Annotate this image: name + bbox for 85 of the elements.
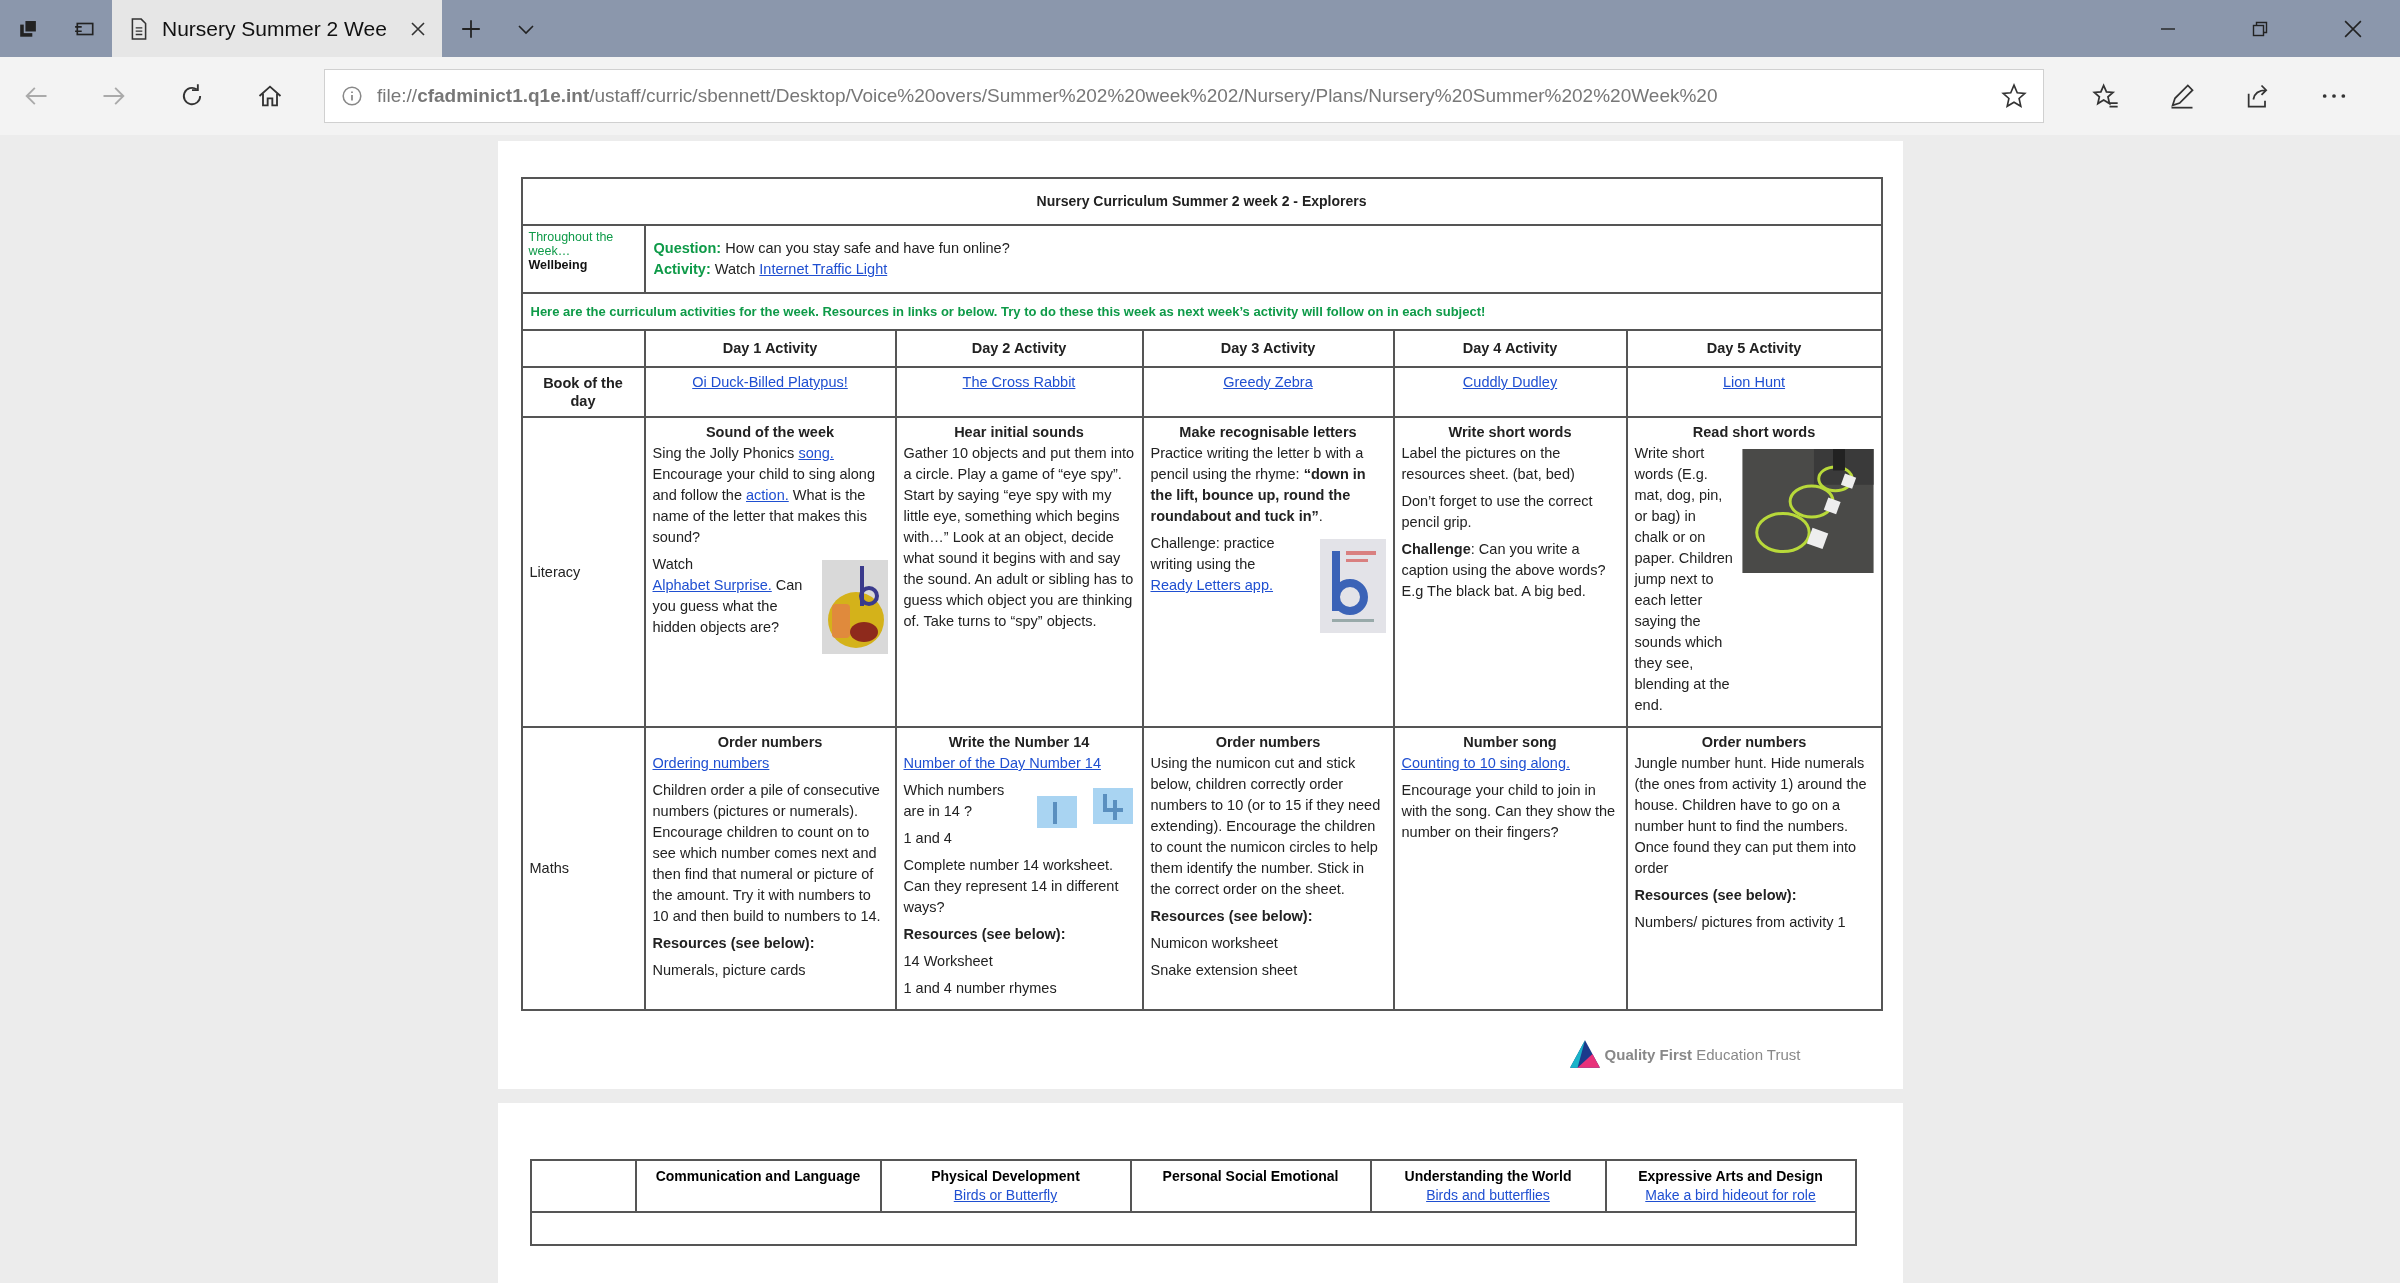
triangle-logo-icon [1568, 1039, 1601, 1069]
link[interactable]: Ready Letters app. [1150, 577, 1274, 593]
column-header: Day 3 Activity [1142, 330, 1394, 367]
activity-heading: Sound of the week [704, 423, 836, 442]
cell-text: Sing the Jolly Phonics song. Encourage your child to sing along and follow the action. What is the name of the letter that makes this sound? [652, 444, 876, 547]
link[interactable]: Greedy Zebra [1223, 374, 1313, 390]
document-icon [130, 17, 148, 40]
new-tab-icon[interactable] [460, 17, 482, 40]
cell-text: 14 Worksheet [903, 952, 994, 971]
row-label: Maths [521, 727, 645, 1010]
row-label: Book of the day [521, 367, 645, 417]
link[interactable]: Ordering numbers [652, 755, 770, 771]
notice-text: Here are the curriculum activities for the week. Resources in links or below. Try to do these this week as next week’s activity will follow on in each subject! [521, 293, 1882, 330]
link[interactable]: Birds or Butterfly [953, 1187, 1058, 1203]
cell-text: Complete number 14 worksheet. Can they represent 14 in different ways? [903, 856, 1120, 917]
cell-text: Resources (see below): [1634, 886, 1798, 905]
activity-heading: Order numbers [1214, 733, 1322, 752]
info-icon[interactable] [341, 85, 363, 107]
cell-text: Numicon worksheet [1150, 934, 1279, 953]
column-header: Day 2 Activity [895, 330, 1143, 367]
link[interactable]: Lion Hunt [1723, 374, 1786, 390]
activity-heading: Order numbers [716, 733, 824, 752]
cell-text: Numbers/ pictures from activity 1 [1634, 913, 1847, 932]
cell-text: Write short words (E.g. mat, dog, pin, or bag) in chalk or on paper. Children jump next to each letter saying the sounds which they see, blending at the end. [1634, 444, 1734, 715]
column-header: Day 5 Activity [1626, 330, 1882, 367]
activity-heading: Make recognisable letters [1178, 423, 1358, 442]
link[interactable]: Alphabet Surprise. [652, 577, 772, 593]
address-field[interactable]: file://cfadminict1.q1e.int/ustaff/curric/sbennett/Desktop/Voice%20overs/Summer%202%20week%202/Nursery/Plans/Nursery%20Summer%202%20Week%20 [324, 69, 2044, 123]
link[interactable]: The Cross Rabbit [962, 374, 1076, 390]
favorites-icon[interactable] [2092, 82, 2120, 110]
cell-text: Don’t forget to use the correct pencil grip. [1401, 492, 1594, 532]
link[interactable]: song. [798, 445, 834, 461]
cell-text: Resources (see below): [652, 934, 816, 953]
cell-text: Children order a pile of consecutive numbers (pictures or numerals). Encourage children to count on to see which number comes next and then find that numeral or picture of the amount. Try it with numbers to 10 and then build to numbers to 14. [652, 781, 882, 926]
cell-text: Resources (see below): [903, 925, 1067, 944]
close-icon[interactable] [2344, 19, 2362, 38]
link[interactable]: action. [746, 487, 789, 503]
browser-tab[interactable]: Nursery Summer 2 Wee [112, 0, 442, 57]
activity-heading: Number song [1462, 733, 1558, 752]
star-icon[interactable] [2001, 83, 2027, 109]
cell-text: Numerals, picture cards [652, 961, 807, 980]
link[interactable]: Internet Traffic Light [759, 261, 888, 277]
cell-text: Encourage your child to join in with the song. Can they show the number on their fingers? [1401, 781, 1617, 842]
cell-text: Gather 10 objects and put them into a circle. Play a game of “eye spy”. Start by saying “eye spy with my little eye, something which begins with…” Look at an object, decide what sound it begins with and say the sound. An adult or sibling has to guess which object you are thinking of. Take turns to “spy” objects. [903, 444, 1135, 631]
link[interactable]: Birds and butterflies [1426, 1187, 1550, 1203]
link[interactable]: Make a bird hideout for role [1645, 1187, 1816, 1203]
activity-heading: Hear initial sounds [953, 423, 1085, 442]
logo-text: Quality First Education Trust [1604, 1045, 1801, 1063]
activity-heading: Order numbers [1700, 733, 1808, 752]
column-header: Day 4 Activity [1393, 330, 1627, 367]
restore-icon[interactable] [2252, 20, 2268, 37]
cell-text: Watch Alphabet Surprise. Can you guess what the hidden objects are? [652, 555, 804, 637]
link[interactable]: Counting to 10 sing along. [1401, 755, 1570, 771]
cell-text: Label the pictures on the resources sheet. (bat, bed) [1401, 444, 1576, 484]
column-header: Communication and Language [654, 1167, 862, 1186]
row-label: Wellbeing [528, 258, 589, 272]
close-icon[interactable] [410, 20, 426, 37]
activity-heading: Write short words [1447, 423, 1573, 442]
cell-text: Snake extension sheet [1150, 961, 1299, 980]
row-label: Throughout the week… [528, 230, 615, 258]
question-text: Question: How can you stay safe and have fun online? [653, 239, 1011, 258]
link[interactable]: Oi Duck-Billed Platypus! [692, 374, 848, 390]
cell-text: 1 and 4 number rhymes [903, 979, 1058, 998]
cell-text: Jungle number hunt. Hide numerals (the ones from activity 1) around the house. Children have to go on a number hunt to find the numbers. Once found they can put them into order [1634, 754, 1868, 878]
activity-heading: Read short words [1691, 423, 1817, 442]
cell-text: Which numbers are in 14 ? [903, 781, 1006, 821]
column-header: Understanding the World [1403, 1167, 1573, 1186]
pen-icon[interactable] [2168, 82, 2196, 110]
link[interactable]: Cuddly Dudley [1462, 374, 1558, 390]
table-title: Nursery Curriculum Summer 2 week 2 - Explorers [521, 178, 1882, 225]
column-header: Expressive Arts and Design [1637, 1167, 1824, 1186]
activity-text: Activity: Watch Internet Traffic Light [653, 260, 889, 279]
cell-text: 1 and 4 [903, 829, 953, 848]
cell-text: Practice writing the letter b with a pencil using the rhyme: “down in the lift, bounce up, round the roundabout and tuck in”. [1150, 444, 1367, 526]
column-header: Physical Development [930, 1167, 1081, 1186]
tab-title: Nursery Summer 2 Wee [162, 16, 388, 41]
link[interactable]: Number of the Day Number 14 [903, 755, 1101, 771]
column-header: Personal Social Emotional [1161, 1167, 1340, 1186]
activity-heading: Write the Number 14 [947, 733, 1091, 752]
cell-text: Challenge: Can you write a caption using the above words? E.g The black bat. A big bed. [1401, 540, 1607, 601]
cell-text: Using the numicon cut and stick below, children correctly order numbers to 10 (or to 15 if they need extending). Encourage the children to count the numicon circles to help them identify the number. Stick in the correct order on the sheet. [1150, 754, 1382, 899]
cell-text: Challenge: practice writing using the Ready Letters app. [1150, 534, 1276, 595]
column-header: Day 1 Activity [644, 330, 896, 367]
row-label: Literacy [521, 417, 645, 727]
cell-text: Resources (see below): [1150, 907, 1314, 926]
